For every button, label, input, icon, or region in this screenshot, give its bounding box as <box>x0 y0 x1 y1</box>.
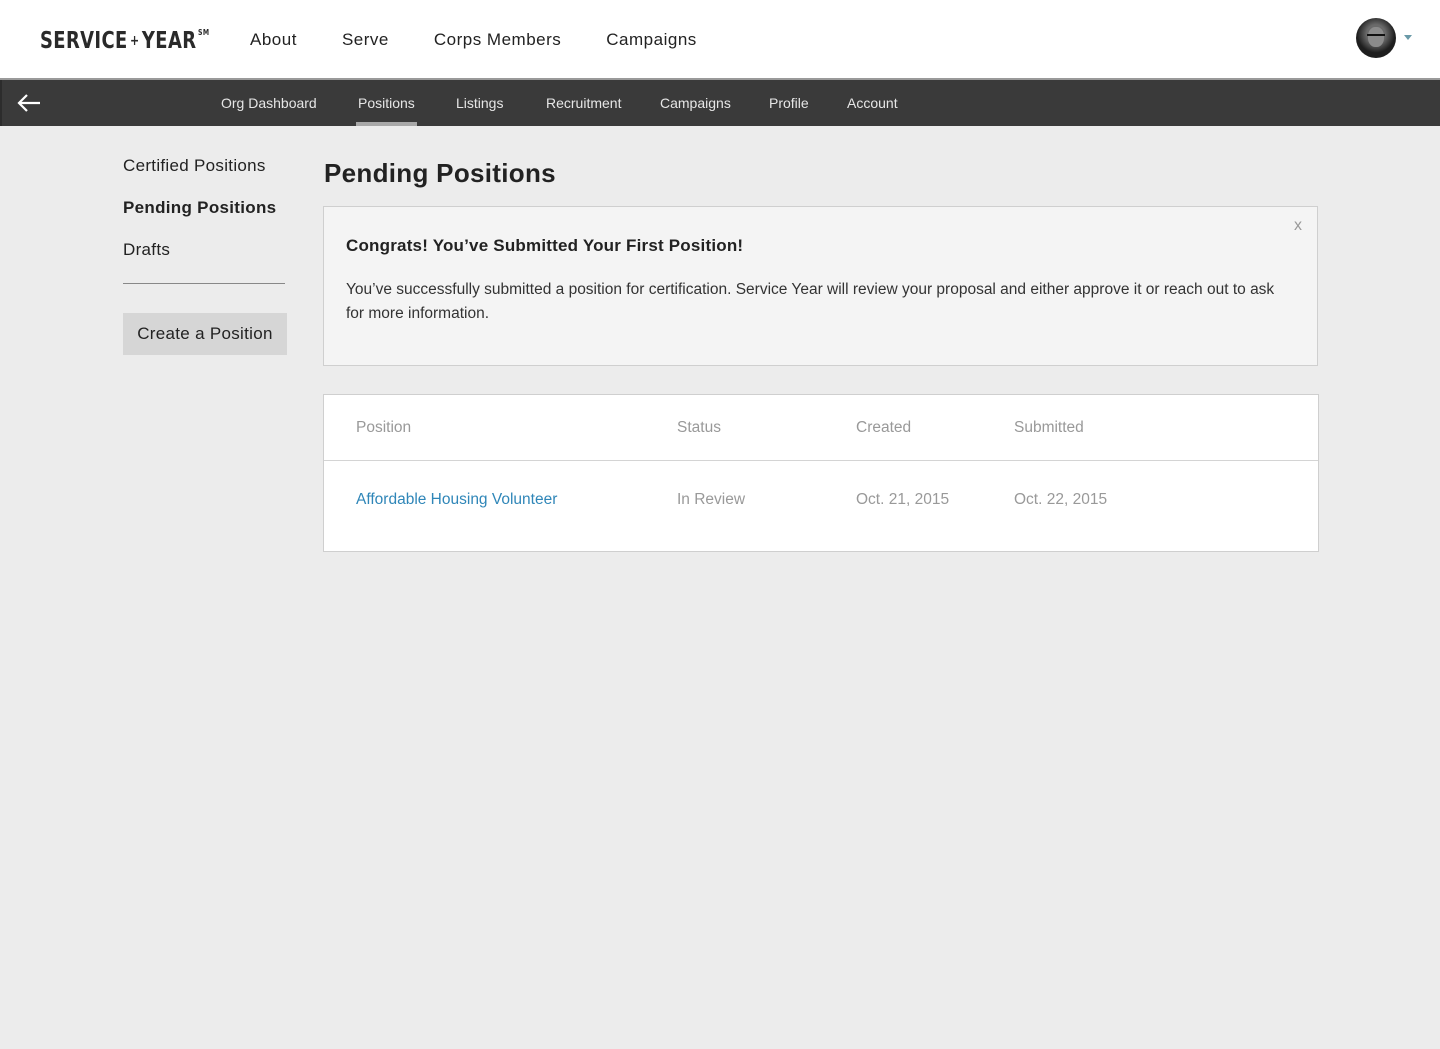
success-alert: Congrats! You’ve Submitted Your First Po… <box>323 206 1318 366</box>
logo-text-year: YEAR <box>141 28 197 54</box>
subnav-org-dashboard[interactable]: Org Dashboard <box>221 80 317 126</box>
nav-serve[interactable]: Serve <box>342 30 389 50</box>
close-icon[interactable]: x <box>1294 217 1302 235</box>
submitted-date-cell: Oct. 22, 2015 <box>1014 491 1108 508</box>
page-title: Pending Positions <box>324 158 556 188</box>
column-header-status: Status <box>677 419 721 436</box>
sidebar-pending-positions[interactable]: Pending Positions <box>123 198 276 218</box>
subnav-account[interactable]: Account <box>847 80 898 126</box>
alert-message: You’ve successfully submitted a position… <box>346 281 1275 322</box>
top-header: SERVICE + YEAR SM About Serve Corps Memb… <box>0 0 1440 80</box>
subnav-campaigns[interactable]: Campaigns <box>660 80 731 126</box>
nav-campaigns[interactable]: Campaigns <box>606 30 697 50</box>
logo-plus: + <box>130 33 140 49</box>
create-position-button[interactable]: Create a Position <box>123 313 287 355</box>
subnav-profile[interactable]: Profile <box>769 80 809 126</box>
caret-down-icon[interactable] <box>1404 35 1412 40</box>
nav-corps-members[interactable]: Corps Members <box>434 30 561 50</box>
main-nav: About Serve Corps Members Campaigns <box>250 30 742 50</box>
sidebar-certified-positions[interactable]: Certified Positions <box>123 156 266 176</box>
table-header: Position Status Created Submitted <box>324 395 1318 461</box>
service-year-logo[interactable]: SERVICE + YEAR SM <box>40 26 209 56</box>
subnav-positions[interactable]: Positions <box>356 80 417 126</box>
created-date-cell: Oct. 21, 2015 <box>856 491 950 508</box>
sidebar-drafts[interactable]: Drafts <box>123 240 170 260</box>
subnav-listings[interactable]: Listings <box>456 80 503 126</box>
column-header-position: Position <box>356 419 412 436</box>
status-cell: In Review <box>677 491 746 508</box>
position-link[interactable]: Affordable Housing Volunteer <box>356 491 557 509</box>
positions-table: Position Status Created Submitted Afford… <box>323 394 1319 552</box>
sidebar-divider <box>123 283 285 284</box>
nav-about[interactable]: About <box>250 30 297 50</box>
arrow-left-icon[interactable] <box>16 91 44 115</box>
logo-text-service: SERVICE <box>40 28 128 54</box>
subnav-recruitment[interactable]: Recruitment <box>546 80 621 126</box>
alert-title: Congrats! You’ve Submitted Your First Po… <box>346 236 744 255</box>
user-avatar[interactable] <box>1356 18 1396 58</box>
avatar-glasses <box>1367 34 1385 40</box>
logo-service-mark: SM <box>197 28 210 37</box>
column-header-created: Created <box>856 419 912 436</box>
org-subnav: Org Dashboard Positions Listings Recruit… <box>0 80 1440 126</box>
column-header-submitted: Submitted <box>1014 419 1084 436</box>
